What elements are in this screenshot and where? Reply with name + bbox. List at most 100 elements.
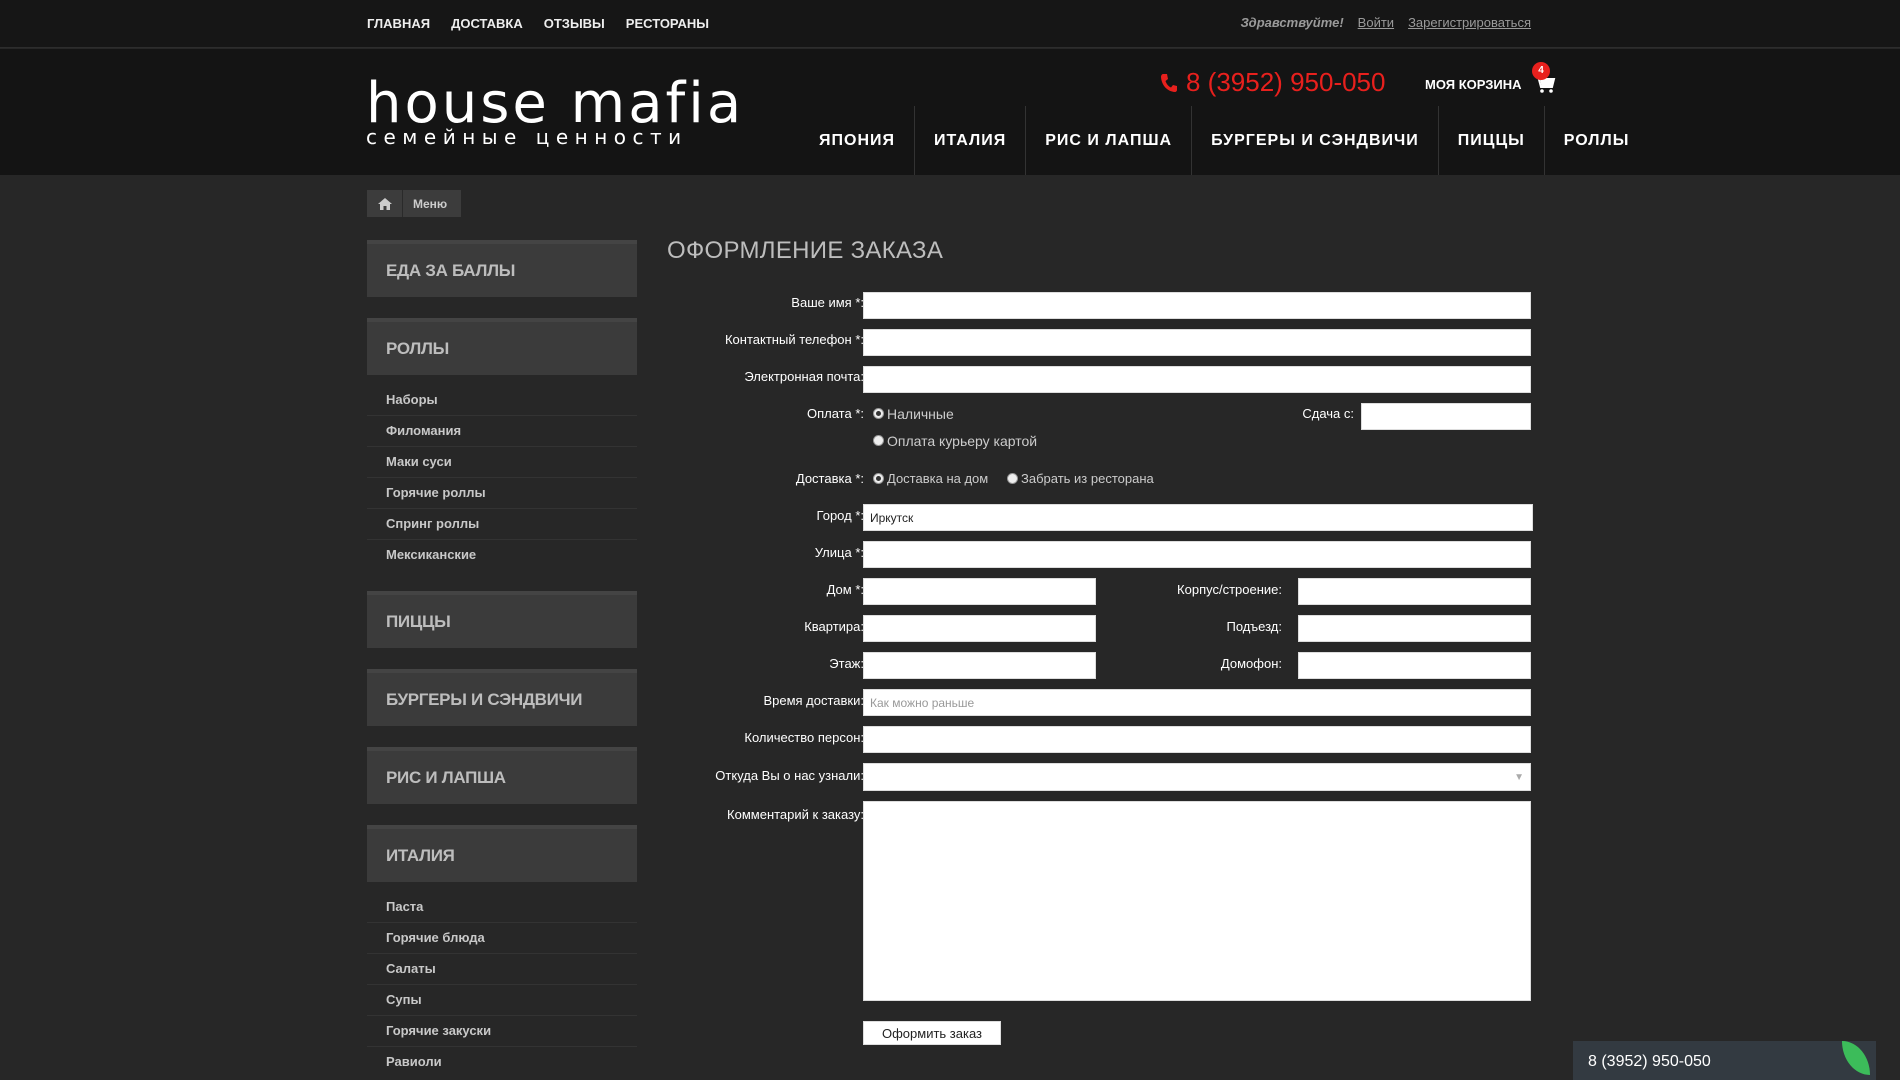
header-phone-number: 8 (3952) 950-050	[1186, 67, 1386, 97]
payment-card-label: Оплата курьеру картой	[887, 432, 1038, 449]
breadcrumb-home[interactable]	[367, 190, 403, 217]
payment-card-radio[interactable]	[873, 435, 884, 447]
logo[interactable]: house mafia семейные ценности	[366, 76, 744, 150]
cart-count-badge: 4	[1532, 62, 1550, 80]
greeting-text: Здравствуйте!	[1240, 15, 1344, 30]
submit-order-button[interactable]: Оформить заказ	[863, 1021, 1001, 1045]
sidebar-item-mexican[interactable]: Мексиканские	[367, 540, 637, 571]
source-select[interactable]: ▼	[863, 763, 1531, 791]
user-links: Здравствуйте! Войти Зарегистрироваться	[1240, 15, 1531, 30]
top-bar: ГЛАВНАЯ ДОСТАВКА ОТЗЫВЫ РЕСТОРАНЫ Здравс…	[0, 0, 1900, 48]
cart-button[interactable]: МОЯ КОРЗИНА 4	[1425, 62, 1556, 94]
sidebar-cat-rolls[interactable]: РОЛЛЫ	[367, 318, 637, 375]
payment-cash-radio[interactable]	[873, 408, 884, 420]
sidebar-item-ravioli[interactable]: Равиоли	[367, 1047, 637, 1078]
sidebar: ЕДА ЗА БАЛЛЫ РОЛЛЫ Наборы Филомания Маки…	[367, 240, 637, 1080]
delivery-pickup-label: Забрать из ресторана	[1021, 471, 1154, 487]
time-label: Время доставки:	[763, 693, 864, 708]
register-link[interactable]: Зарегистрироваться	[1408, 15, 1531, 30]
house-field[interactable]	[863, 578, 1096, 605]
sidebar-item-hot-rolls[interactable]: Горячие роллы	[367, 478, 637, 509]
header-phone[interactable]: 8 (3952) 950-050	[1160, 67, 1385, 98]
city-field[interactable]: Иркутск	[863, 504, 1533, 531]
apartment-field[interactable]	[863, 615, 1096, 642]
intercom-field[interactable]	[1298, 652, 1531, 679]
home-icon	[377, 197, 392, 210]
top-nav-reviews[interactable]: ОТЗЫВЫ	[544, 16, 605, 31]
sidebar-cat-food-points[interactable]: ЕДА ЗА БАЛЛЫ	[367, 240, 637, 297]
entrance-field[interactable]	[1298, 615, 1531, 642]
sidebar-item-maki[interactable]: Маки суси	[367, 447, 637, 478]
name-field[interactable]	[863, 292, 1531, 319]
top-nav-restaurants[interactable]: РЕСТОРАНЫ	[626, 16, 709, 31]
sidebar-italy-list: Паста Горячие блюда Салаты Супы Горячие …	[367, 892, 637, 1078]
sidebar-cat-rice[interactable]: РИС И ЛАПША	[367, 747, 637, 804]
main-nav: ЯПОНИЯ ИТАЛИЯ РИС И ЛАПША БУРГЕРЫ И СЭНД…	[800, 106, 1648, 175]
widget-phone: 8 (3952) 950-050	[1588, 1053, 1711, 1070]
payment-cash-option[interactable]: Наличные	[873, 405, 954, 423]
top-nav-home[interactable]: ГЛАВНАЯ	[367, 16, 430, 31]
persons-label: Количество персон:	[744, 730, 864, 745]
main-nav-rolls[interactable]: РОЛЛЫ	[1545, 106, 1649, 175]
building-field[interactable]	[1298, 578, 1531, 605]
sidebar-item-soups[interactable]: Супы	[367, 985, 637, 1016]
sidebar-item-sets[interactable]: Наборы	[367, 385, 637, 416]
sidebar-item-hot-dishes[interactable]: Горячие блюда	[367, 923, 637, 954]
payment-cash-label: Наличные	[887, 405, 954, 422]
sidebar-rolls-list: Наборы Филомания Маки суси Горячие роллы…	[367, 385, 637, 571]
sidebar-item-salads[interactable]: Салаты	[367, 954, 637, 985]
callback-widget[interactable]: 8 (3952) 950-050	[1573, 1041, 1876, 1080]
delivery-pickup-radio[interactable]	[1007, 473, 1018, 485]
page-title: ОФОРМЛЕНИЕ ЗАКАЗА	[667, 237, 944, 264]
change-field[interactable]	[1361, 403, 1531, 430]
sidebar-item-philomania[interactable]: Филомания	[367, 416, 637, 447]
delivery-home-label: Доставка на дом	[887, 471, 989, 487]
leaf-icon	[1842, 1041, 1870, 1075]
top-nav: ГЛАВНАЯ ДОСТАВКА ОТЗЫВЫ РЕСТОРАНЫ	[367, 16, 730, 31]
main-nav-rice-noodles[interactable]: РИС И ЛАПША	[1026, 106, 1193, 175]
delivery-label: Доставка *:	[795, 471, 864, 486]
intercom-label: Домофон:	[1220, 656, 1282, 671]
source-label: Откуда Вы о нас узнали:	[715, 768, 864, 783]
sidebar-cat-pizza[interactable]: ПИЦЦЫ	[367, 591, 637, 648]
sidebar-cat-italy[interactable]: ИТАЛИЯ	[367, 825, 637, 882]
top-nav-delivery[interactable]: ДОСТАВКА	[451, 16, 523, 31]
payment-card-option[interactable]: Оплата курьеру картой	[873, 432, 1037, 450]
chevron-down-icon: ▼	[1514, 772, 1524, 783]
city-label: Город *:	[816, 508, 864, 523]
comment-textarea[interactable]	[863, 801, 1531, 1001]
email-label: Электронная почта:	[744, 369, 864, 384]
login-link[interactable]: Войти	[1358, 15, 1394, 30]
phone-field[interactable]	[863, 329, 1531, 356]
phone-label: Контактный телефон *:	[724, 332, 864, 347]
breadcrumb: Меню	[367, 190, 461, 217]
main-nav-burgers[interactable]: БУРГЕРЫ И СЭНДВИЧИ	[1192, 106, 1439, 175]
floor-field[interactable]	[863, 652, 1096, 679]
building-label: Корпус/строение:	[1177, 582, 1282, 597]
street-label: Улица *:	[814, 545, 864, 560]
apartment-label: Квартира:	[804, 619, 864, 634]
change-label: Сдача с:	[1302, 406, 1354, 421]
delivery-pickup-option[interactable]: Забрать из ресторана	[1007, 470, 1154, 488]
main-nav-italy[interactable]: ИТАЛИЯ	[915, 106, 1027, 175]
street-field[interactable]	[863, 541, 1531, 568]
main-nav-japan[interactable]: ЯПОНИЯ	[800, 106, 915, 175]
name-label: Ваше имя *:	[791, 295, 864, 310]
delivery-home-radio[interactable]	[873, 473, 884, 485]
delivery-home-option[interactable]: Доставка на дом	[873, 470, 988, 488]
breadcrumb-menu[interactable]: Меню	[413, 197, 447, 211]
delivery-time-field[interactable]: Как можно раньше	[863, 689, 1531, 716]
main-nav-pizza[interactable]: ПИЦЦЫ	[1439, 106, 1545, 175]
floor-label: Этаж:	[829, 656, 864, 671]
logo-tagline: семейные ценности	[366, 125, 688, 149]
sidebar-item-spring-rolls[interactable]: Спринг роллы	[367, 509, 637, 540]
persons-field[interactable]	[863, 726, 1531, 753]
sidebar-item-hot-snacks[interactable]: Горячие закуски	[367, 1016, 637, 1047]
sidebar-item-pasta[interactable]: Паста	[367, 892, 637, 923]
sidebar-cat-burgers[interactable]: БУРГЕРЫ И СЭНДВИЧИ	[367, 669, 637, 726]
house-label: Дом *:	[826, 582, 864, 597]
email-field[interactable]	[863, 366, 1531, 393]
entrance-label: Подъезд:	[1226, 619, 1282, 634]
phone-icon	[1161, 73, 1177, 92]
cart-label: МОЯ КОРЗИНА	[1425, 76, 1522, 92]
